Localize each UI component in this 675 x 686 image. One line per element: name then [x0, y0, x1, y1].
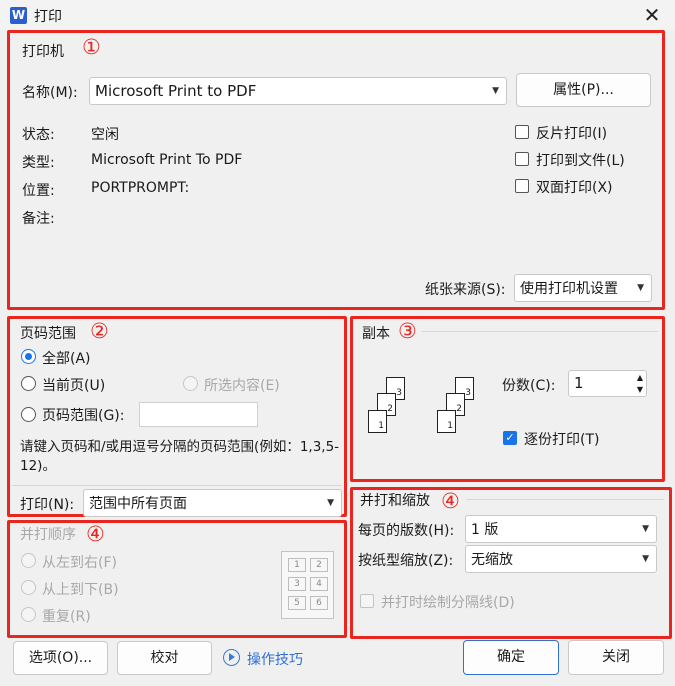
print-to-file-label: 打印到文件(L): [536, 153, 625, 169]
draw-borders-checkbox[interactable]: [360, 594, 374, 608]
properties-button[interactable]: 属性(P)...: [516, 73, 651, 107]
scale-to-paper-value: 无缩放: [471, 552, 513, 568]
close-button[interactable]: 关闭: [568, 640, 664, 675]
divider: [422, 331, 658, 332]
current-page-label: 当前页(U): [42, 378, 106, 394]
reverse-print-label: 反片打印(I): [536, 126, 608, 142]
chevron-down-icon: ▼: [492, 86, 499, 96]
page-range-marker: ②: [90, 319, 109, 343]
repeat-radio[interactable]: [21, 607, 36, 622]
page-icon: 1: [368, 410, 387, 433]
order-cell: 6: [310, 596, 328, 610]
print-to-file-checkbox[interactable]: [515, 152, 529, 166]
close-icon[interactable]: ✕: [640, 3, 664, 27]
pages-per-sheet-select[interactable]: 1 版 ▼: [465, 515, 657, 543]
wps-writer-icon: W: [10, 7, 27, 24]
print-what-value: 范围中所有页面: [89, 496, 187, 512]
order-cell: 1: [288, 558, 306, 572]
copies-group-title: 副本: [362, 326, 390, 342]
all-pages-label: 全部(A): [42, 351, 91, 367]
page-range-radio[interactable]: [21, 407, 36, 422]
collate-label: 逐份打印(T): [524, 432, 600, 448]
left-to-right-label: 从左到右(F): [42, 555, 117, 571]
print-order-marker: ④: [86, 522, 105, 546]
top-to-bottom-label: 从上到下(B): [42, 582, 119, 598]
paper-source-value: 使用打印机设置: [520, 281, 618, 297]
page-range-group-title: 页码范围: [20, 326, 76, 342]
status-value: 空闲: [91, 127, 119, 143]
zoom-marker: ④: [441, 489, 460, 513]
divider: [466, 499, 664, 500]
paper-source-label: 纸张来源(S):: [425, 282, 506, 298]
play-icon[interactable]: [223, 649, 240, 666]
pages-per-sheet-label: 每页的版数(H):: [358, 523, 455, 539]
order-cell: 5: [288, 596, 306, 610]
location-value: PORTPROMPT:: [91, 180, 190, 196]
printer-marker: ①: [82, 35, 101, 59]
status-label: 状态:: [22, 127, 55, 143]
printer-name-label: 名称(M):: [22, 85, 78, 101]
all-pages-radio[interactable]: [21, 349, 36, 364]
zoom-group-title: 并打和缩放: [360, 493, 430, 509]
copies-count-value: 1: [574, 374, 584, 392]
scale-to-paper-label: 按纸型缩放(Z):: [358, 553, 454, 569]
chevron-down-icon: ▼: [637, 283, 644, 293]
title-bar: [0, 0, 675, 30]
chevron-down-icon: ▼: [642, 524, 649, 534]
printer-name-value: Microsoft Print to PDF: [95, 82, 257, 100]
divider: [12, 485, 342, 486]
scale-to-paper-select[interactable]: 无缩放 ▼: [465, 545, 657, 573]
copies-count-label: 份数(C):: [502, 378, 556, 394]
options-button[interactable]: 选项(O)...: [13, 641, 108, 675]
duplex-label: 双面打印(X): [536, 180, 613, 196]
chevron-down-icon: ▼: [642, 554, 649, 564]
page-range-input[interactable]: [139, 402, 258, 427]
printer-group-title: 打印机: [22, 44, 64, 60]
window-title: 打印: [34, 9, 62, 25]
order-cell: 2: [310, 558, 328, 572]
repeat-label: 重复(R): [42, 609, 91, 625]
pages-per-sheet-value: 1 版: [471, 522, 499, 538]
print-what-label: 打印(N):: [20, 497, 75, 513]
draw-borders-label: 并打时绘制分隔线(D): [381, 595, 515, 611]
proof-button[interactable]: 校对: [117, 641, 212, 675]
print-what-select[interactable]: 范围中所有页面 ▼: [83, 489, 342, 517]
page-range-label: 页码范围(G):: [42, 408, 125, 424]
tips-link[interactable]: 操作技巧: [247, 649, 303, 669]
ok-button[interactable]: 确定: [463, 640, 559, 675]
left-to-right-radio[interactable]: [21, 553, 36, 568]
copies-count-stepper[interactable]: 1 ▲ ▼: [568, 370, 647, 397]
chevron-down-icon: ▼: [327, 498, 334, 508]
page-icon: 1: [437, 410, 456, 433]
reverse-print-checkbox[interactable]: [515, 125, 529, 139]
location-label: 位置:: [22, 183, 55, 199]
print-order-group-title: 并打顺序: [20, 527, 76, 543]
selection-label: 所选内容(E): [204, 378, 280, 394]
order-cell: 4: [310, 577, 328, 591]
current-page-radio[interactable]: [21, 376, 36, 391]
paper-source-select[interactable]: 使用打印机设置 ▼: [514, 274, 652, 302]
copies-marker: ③: [398, 319, 417, 343]
page-range-hint: 请键入页码和/或用逗号分隔的页码范围(例如：1,3,5-12)。: [20, 439, 340, 474]
comment-label: 备注:: [22, 211, 55, 227]
type-label: 类型:: [22, 155, 55, 171]
printer-section-frame: [7, 30, 665, 310]
chevron-up-icon[interactable]: ▲: [637, 372, 643, 383]
printer-name-select[interactable]: Microsoft Print to PDF ▼: [89, 77, 507, 105]
top-to-bottom-radio[interactable]: [21, 580, 36, 595]
selection-radio[interactable]: [183, 376, 198, 391]
collate-checkbox[interactable]: ✓: [503, 431, 517, 445]
duplex-checkbox[interactable]: [515, 179, 529, 193]
chevron-down-icon[interactable]: ▼: [637, 384, 643, 395]
type-value: Microsoft Print To PDF: [91, 152, 243, 168]
order-cell: 3: [288, 577, 306, 591]
